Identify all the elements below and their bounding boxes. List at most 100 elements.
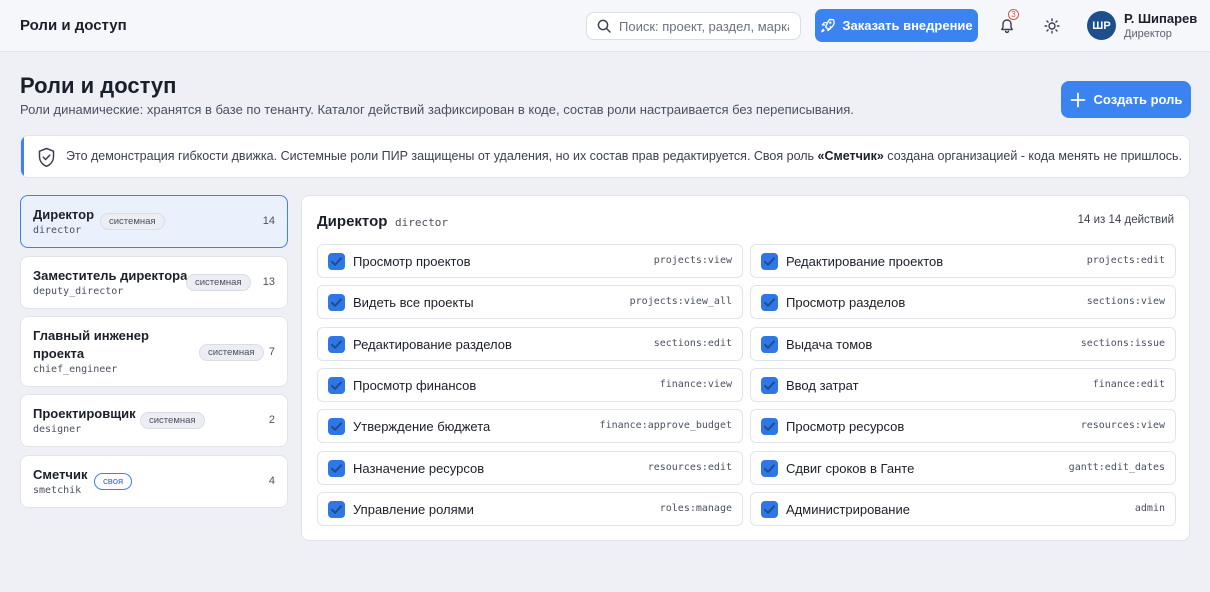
page-title: Роли и доступ	[20, 73, 177, 98]
checkmark-icon	[764, 257, 775, 266]
role-name-line1: Главный инженер	[33, 328, 149, 343]
create-role-label: Создать роль	[1093, 92, 1183, 107]
order-implementation-button[interactable]: Заказать внедрение	[815, 9, 978, 42]
permission-item[interactable]: Администрирование admin	[750, 491, 1176, 526]
permission-label: Просмотр проектов	[353, 254, 471, 269]
permission-checkbox[interactable]	[328, 376, 345, 394]
permission-checkbox[interactable]	[328, 294, 345, 312]
detail-role-title: Директор	[317, 213, 388, 230]
role-name: Директор	[33, 207, 95, 222]
search-box[interactable]	[586, 12, 801, 40]
notifications-button[interactable]: 3	[991, 9, 1023, 42]
role-card-director[interactable]: Директор director системная 14	[20, 195, 288, 248]
permission-checkbox[interactable]	[761, 294, 778, 312]
permission-key: sections:issue	[1080, 337, 1165, 349]
checkmark-icon	[764, 422, 775, 431]
permission-checkbox[interactable]	[761, 459, 778, 477]
role-code: deputy_director	[33, 286, 124, 297]
permission-checkbox[interactable]	[761, 418, 778, 436]
banner-accent-stripe	[21, 136, 24, 177]
permission-key: sections:view	[1086, 296, 1165, 308]
role-system-badge: системная	[140, 412, 205, 429]
role-name: Сметчик	[33, 467, 88, 482]
role-permission-count: 4	[268, 475, 275, 487]
permission-checkbox[interactable]	[328, 253, 345, 270]
permission-checkbox[interactable]	[761, 335, 778, 353]
permission-key: finance:view	[659, 378, 732, 390]
permission-checkbox[interactable]	[761, 376, 778, 394]
checkmark-icon	[764, 381, 775, 390]
search-input[interactable]	[619, 18, 789, 34]
role-permission-count: 2	[268, 414, 275, 426]
role-system-badge: системная	[199, 344, 264, 361]
permission-checkbox[interactable]	[328, 335, 345, 353]
banner-text: Это демонстрация гибкости движка. Систем…	[66, 149, 1182, 163]
permission-item[interactable]: Просмотр финансов finance:view	[317, 367, 743, 402]
permission-label: Администрирование	[786, 501, 910, 517]
permission-key: gantt:edit_dates	[1068, 461, 1165, 473]
permission-item[interactable]: Редактирование проектов projects:edit	[750, 244, 1176, 278]
permission-item[interactable]: Сдвиг сроков в Ганте gantt:edit_dates	[750, 450, 1176, 485]
permission-label: Просмотр ресурсов	[786, 419, 905, 435]
permission-item[interactable]: Просмотр проектов projects:view	[317, 244, 743, 278]
sun-icon	[1044, 18, 1060, 34]
permission-checkbox[interactable]	[761, 253, 778, 270]
create-role-button[interactable]: Создать роль	[1061, 81, 1191, 118]
checkmark-icon	[331, 257, 342, 266]
banner-highlight: «Сметчик»	[817, 149, 884, 163]
permission-label: Выдача томов	[786, 336, 873, 352]
permission-item[interactable]: Управление ролями roles:manage	[317, 491, 743, 526]
role-detail-panel: Директор director 14 из 14 действий Прос…	[301, 195, 1190, 541]
permission-item[interactable]: Выдача томов sections:issue	[750, 326, 1176, 361]
permission-key: resources:view	[1080, 420, 1165, 432]
permission-label: Просмотр разделов	[786, 295, 906, 311]
permission-label: Назначение ресурсов	[353, 460, 485, 476]
user-role: Директор	[1124, 28, 1172, 40]
search-icon	[597, 19, 611, 33]
role-code: chief_engineer	[33, 364, 118, 375]
banner-text-before: Это демонстрация гибкости движка. Систем…	[66, 149, 818, 163]
permission-key: projects:view_all	[629, 296, 732, 308]
detail-permission-summary: 14 из 14 действий	[1077, 214, 1174, 226]
permission-checkbox[interactable]	[761, 500, 778, 518]
permission-label: Просмотр финансов	[353, 377, 477, 393]
theme-toggle-button[interactable]	[1036, 10, 1068, 42]
role-name: Проектировщик	[33, 406, 136, 421]
role-system-badge: системная	[100, 213, 165, 230]
permission-label: Редактирование проектов	[786, 254, 944, 269]
permission-item[interactable]: Просмотр разделов sections:view	[750, 285, 1176, 320]
role-card-smetchik[interactable]: Сметчик smetchik своя 4	[20, 455, 288, 508]
permission-item[interactable]: Назначение ресурсов resources:edit	[317, 450, 743, 485]
permission-key: admin	[1134, 502, 1165, 514]
permission-label: Управление ролями	[353, 501, 474, 517]
permission-item[interactable]: Видеть все проекты projects:view_all	[317, 285, 743, 320]
checkmark-icon	[764, 298, 775, 308]
checkmark-icon	[331, 381, 342, 390]
order-implementation-label: Заказать внедрение	[842, 18, 973, 33]
permission-checkbox[interactable]	[328, 418, 345, 436]
permission-item[interactable]: Ввод затрат finance:edit	[750, 367, 1176, 402]
page-subtitle: Роли динамические: хранятся в базе по те…	[20, 102, 854, 117]
permission-key: finance:edit	[1092, 378, 1165, 390]
permission-item[interactable]: Утверждение бюджета finance:approve_budge…	[317, 409, 743, 444]
permission-key: finance:approve_budget	[599, 420, 732, 432]
checkmark-icon	[331, 298, 342, 308]
permission-item[interactable]: Просмотр ресурсов resources:view	[750, 409, 1176, 444]
role-card-designer[interactable]: Проектировщик designer системная 2	[20, 394, 288, 447]
checkmark-icon	[331, 463, 342, 473]
role-code: director	[33, 225, 82, 236]
permission-checkbox[interactable]	[328, 459, 345, 477]
permission-label: Редактирование разделов	[353, 336, 512, 352]
shield-check-icon	[38, 147, 55, 168]
permission-key: roles:manage	[659, 502, 732, 514]
checkmark-icon	[331, 339, 342, 349]
permission-checkbox[interactable]	[328, 500, 345, 518]
permission-item[interactable]: Редактирование разделов sections:edit	[317, 326, 743, 361]
top-bar: Роли и доступ Заказать внедрение 3	[0, 0, 1210, 52]
role-permission-count: 7	[268, 346, 275, 358]
role-card-chief-engineer[interactable]: Главный инженер проекта chief_engineer с…	[20, 316, 288, 387]
user-name[interactable]: Р. Шипарев	[1124, 11, 1197, 26]
checkmark-icon	[764, 463, 775, 473]
user-avatar[interactable]: ШР	[1087, 11, 1116, 40]
role-card-deputy-director[interactable]: Заместитель директора deputy_director си…	[20, 256, 288, 309]
